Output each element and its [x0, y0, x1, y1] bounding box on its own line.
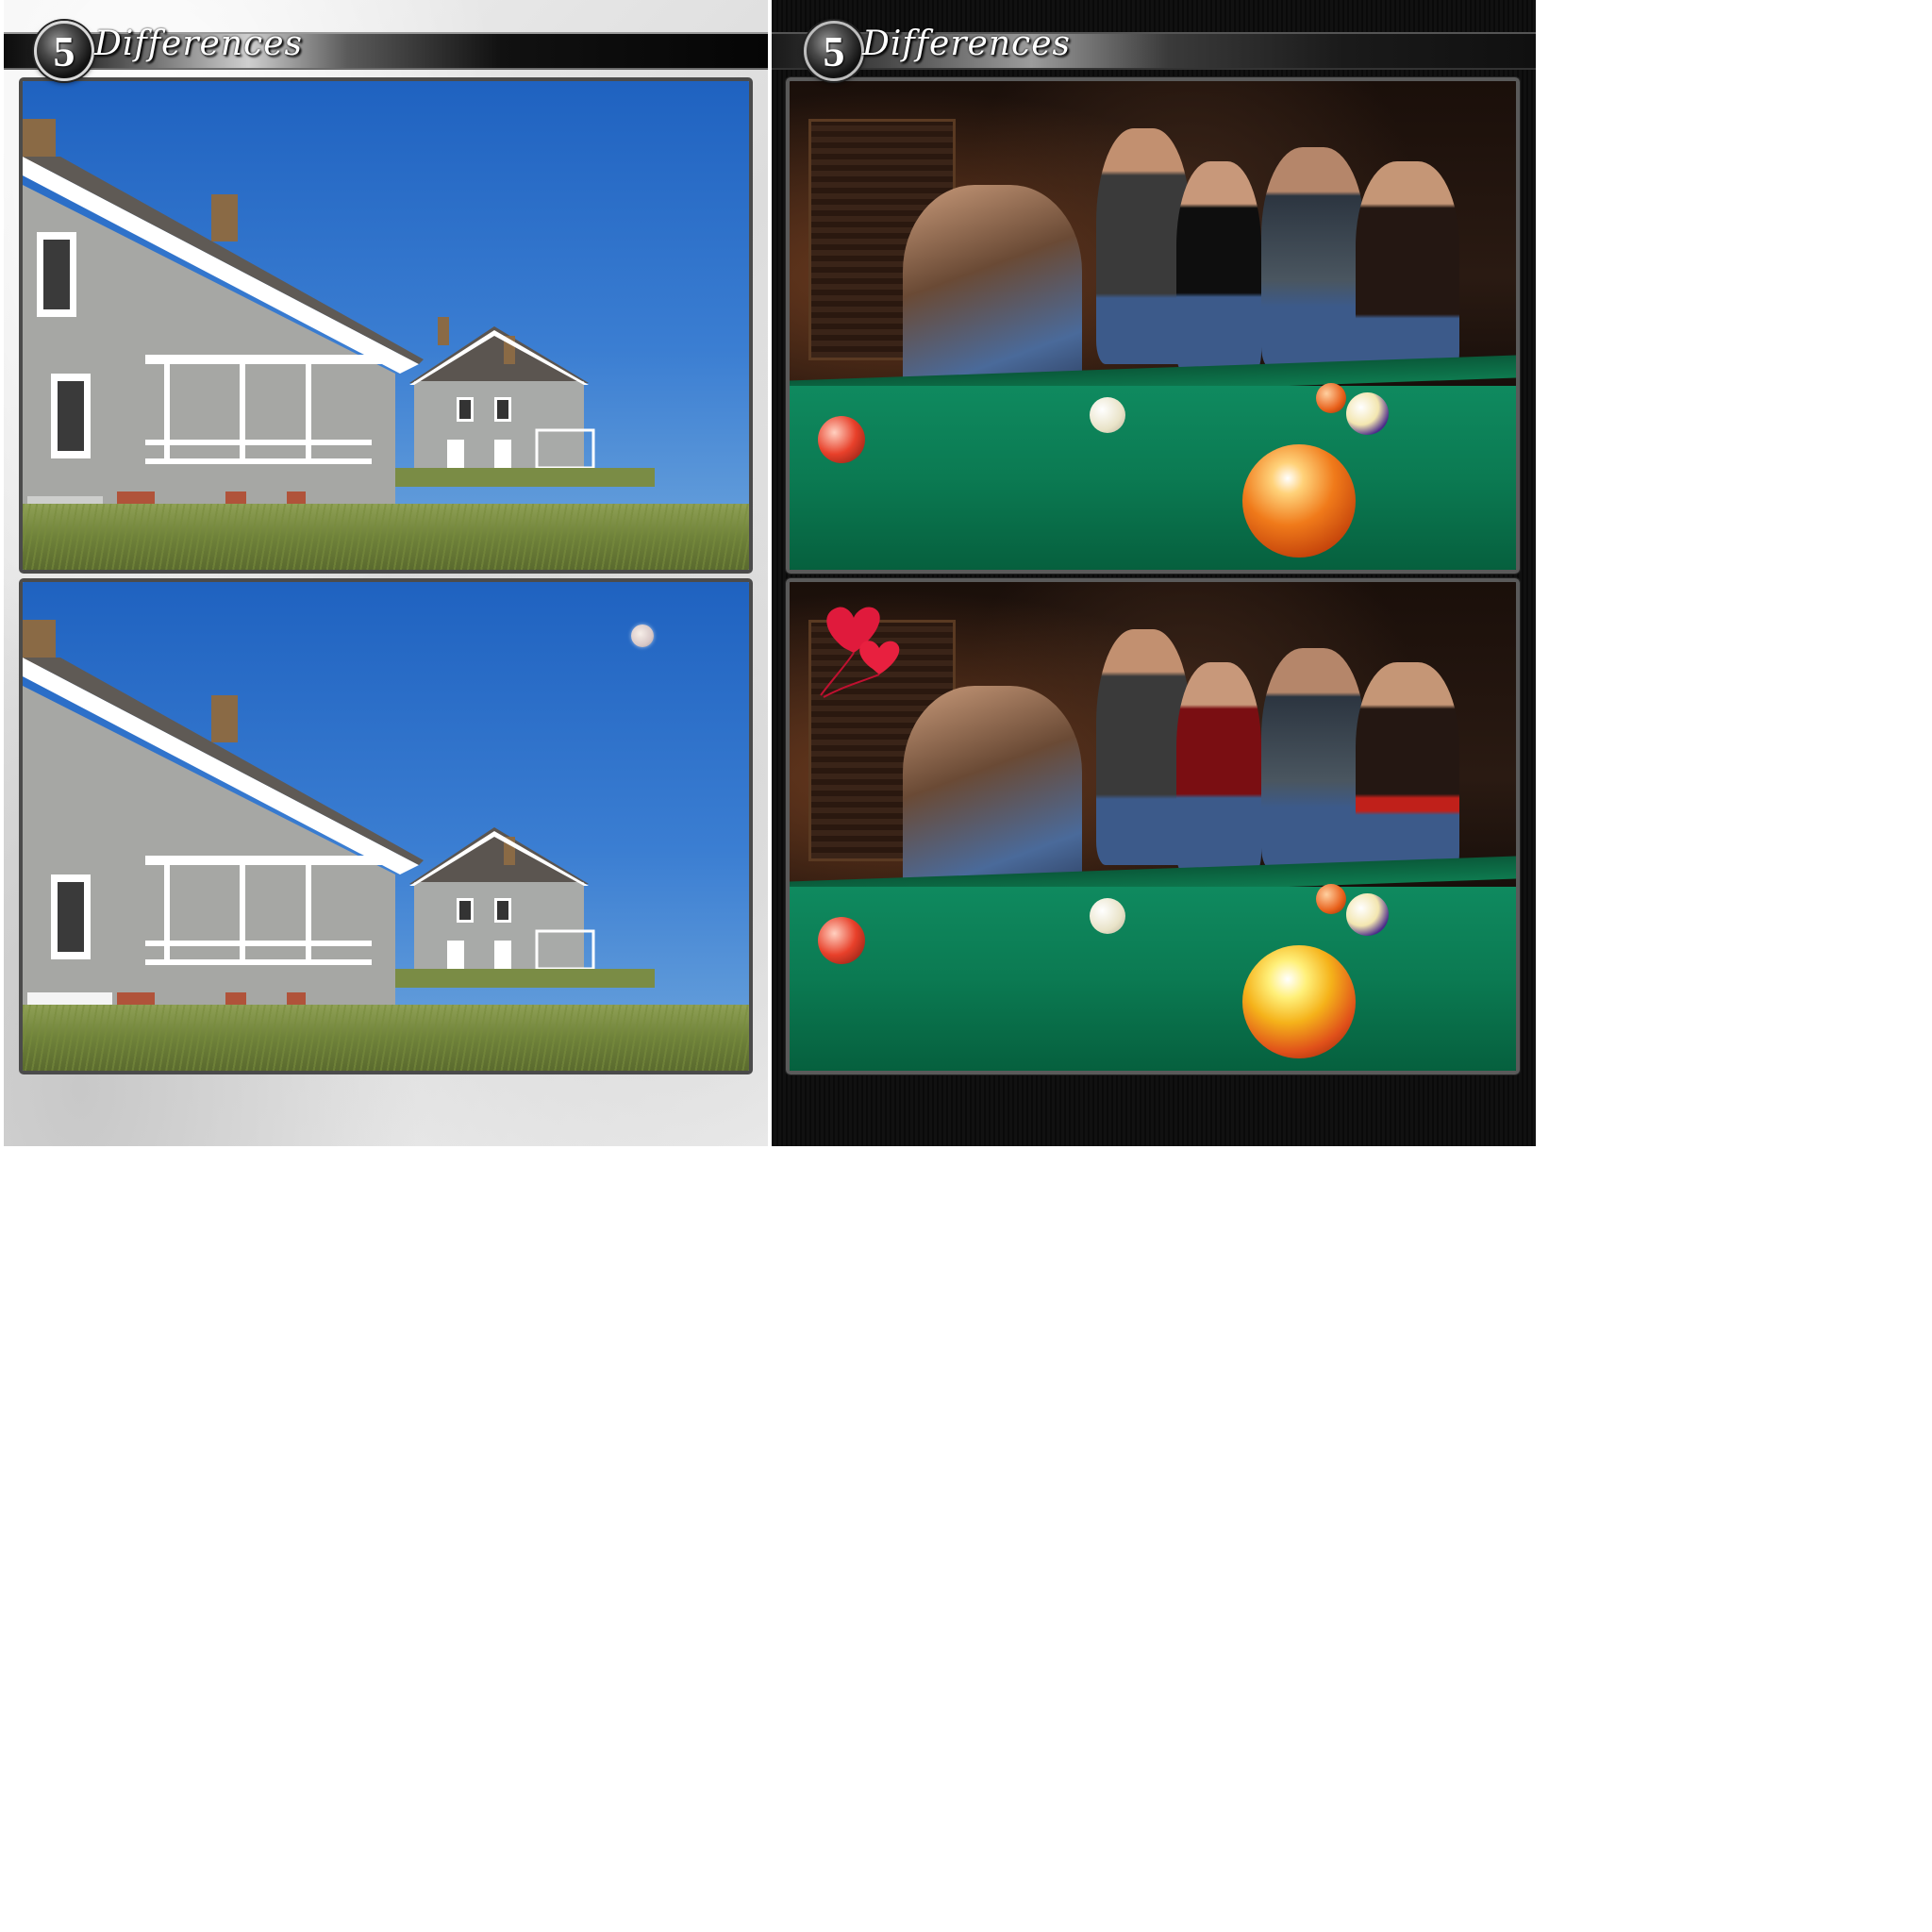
- pool-puzzle-panel: 5 Differences: [772, 0, 1536, 1146]
- man-patterned-shirt: [1261, 147, 1365, 369]
- puzzle-title: Differences: [862, 25, 1071, 63]
- puzzle-title: Differences: [94, 25, 303, 63]
- billiards-scene-altered: [790, 582, 1516, 1071]
- houses-scene-altered: [23, 582, 749, 1071]
- player-woman: [903, 185, 1082, 402]
- original-image[interactable]: [19, 77, 753, 574]
- number-badge-icon: 5: [34, 21, 94, 81]
- cue-ball: [1090, 397, 1125, 433]
- houses-puzzle-panel: 5 Differences: [4, 0, 768, 1146]
- game-canvas: 5 Differences 5 Differences: [0, 0, 1932, 1932]
- grass: [23, 1005, 749, 1071]
- woman-brown-top: [1356, 662, 1459, 874]
- grass: [23, 504, 749, 570]
- altered-image[interactable]: [19, 578, 753, 1074]
- yellow-striped-ball-front: [1242, 945, 1356, 1058]
- woman-red-top: [1176, 662, 1261, 874]
- cue-ball: [1090, 898, 1125, 934]
- striped-ball-left: [818, 917, 865, 964]
- billiards-scene: [790, 81, 1516, 570]
- big-house: [23, 620, 424, 1035]
- purple-striped-ball: [1346, 392, 1389, 435]
- man-patterned-shirt: [1261, 648, 1365, 870]
- pool-table-felt: [790, 887, 1516, 1071]
- difference-count: 5: [53, 27, 75, 75]
- original-image[interactable]: [786, 77, 1520, 574]
- woman-black-top: [1176, 161, 1261, 374]
- houses-scene: [23, 81, 749, 570]
- purple-striped-ball: [1346, 893, 1389, 936]
- number-badge-icon: 5: [804, 21, 864, 81]
- pool-table-felt: [790, 386, 1516, 570]
- woman-brown-top: [1356, 161, 1459, 374]
- player-woman: [903, 686, 1082, 903]
- orange-ball-back: [1316, 383, 1346, 413]
- moon-icon: [631, 625, 654, 647]
- orange-striped-ball-front: [1242, 444, 1356, 558]
- heart-balloons-icon: [820, 607, 900, 698]
- orange-ball-back: [1316, 884, 1346, 914]
- big-house: [23, 119, 424, 534]
- difference-count: 5: [823, 27, 845, 75]
- altered-image[interactable]: [786, 578, 1520, 1074]
- striped-ball-left: [818, 416, 865, 463]
